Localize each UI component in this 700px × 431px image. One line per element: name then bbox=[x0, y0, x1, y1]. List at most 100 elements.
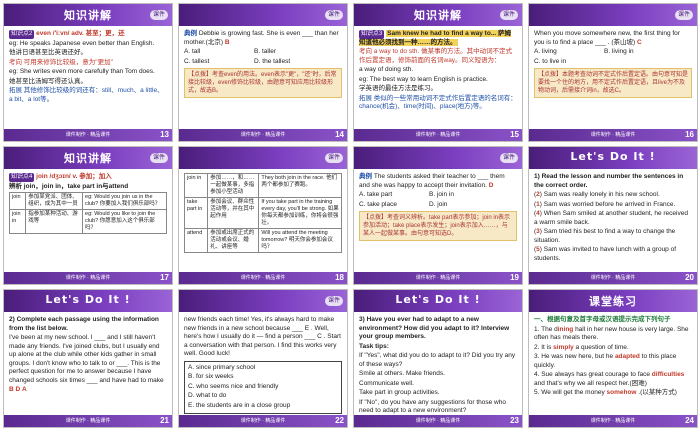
slide-body: 典例 The students asked their teacher to _… bbox=[354, 171, 522, 271]
slide-title: 知识讲解 bbox=[414, 9, 462, 22]
line: Take part in group activities. bbox=[359, 389, 440, 396]
slide-number: 14 bbox=[335, 130, 344, 139]
tip-box: 【点拨】考查词义辨析。take part表示参加；join in表示参加活动；t… bbox=[359, 211, 517, 241]
exercise-heading: 3) Have you ever had to adapt to a new e… bbox=[359, 316, 510, 340]
option: C. take place bbox=[359, 200, 397, 208]
slide-24[interactable]: 课堂练习 一、根据句意及首字母或汉语提示完成下列句子 1. The dining… bbox=[528, 289, 698, 428]
exercise-heading: 1) Read the lesson and number the senten… bbox=[534, 173, 684, 189]
slide-number: 20 bbox=[685, 273, 694, 282]
question-text: Debbie is growing fast. She is even ___ … bbox=[184, 30, 339, 46]
exercise-heading: 一、根据句意及首字母或汉语提示完成下列句子 bbox=[534, 316, 671, 323]
option: B. taller bbox=[254, 48, 277, 55]
slide-footer: 课件制作 · 精品课件 18 bbox=[179, 272, 347, 284]
slide-19[interactable]: 课件 典例 The students asked their teacher t… bbox=[353, 146, 523, 285]
footer-text: 课件制作 · 精品课件 bbox=[415, 418, 461, 424]
line: eg: He speaks Japanese even better than … bbox=[9, 39, 155, 47]
footer-text: 课件制作 · 精品课件 bbox=[415, 132, 461, 138]
slide-footer: 课件制作 · 精品课件 13 bbox=[4, 129, 172, 141]
line: eg: The best way to learn English is pra… bbox=[359, 75, 488, 83]
slide-tag: 课件 bbox=[324, 296, 343, 306]
footer-text: 课件制作 · 精品课件 bbox=[590, 132, 636, 138]
slide-header: 课堂练习 bbox=[529, 290, 697, 312]
slide-number: 19 bbox=[510, 273, 519, 282]
slide-22[interactable]: 课件 new friends each time! Yes, it's alwa… bbox=[178, 289, 348, 428]
slide-number: 13 bbox=[160, 130, 169, 139]
slide-number: 24 bbox=[685, 416, 694, 425]
line: If "No", do you have any suggestions for… bbox=[359, 398, 506, 415]
option: D. what to do bbox=[188, 392, 227, 399]
table-row: join 参加某党派、团体、组织，成为其中一员 eg: Would you jo… bbox=[8, 192, 167, 210]
option: B. living in bbox=[604, 48, 634, 55]
slide-number: 21 bbox=[160, 416, 169, 425]
slide-header: 课件 bbox=[179, 4, 347, 26]
slide-header: 课件 bbox=[179, 290, 347, 312]
table-cell: 参加……，和……一起做某事，多指参加小型活动 bbox=[207, 173, 260, 198]
slide-body: 2) Complete each passage using the infor… bbox=[4, 314, 172, 414]
slide-13[interactable]: 知识讲解 课件 知识点2 even /'i:vn/ adv. 甚至；更，还 eg… bbox=[3, 3, 173, 142]
slide-body: 3) Have you ever had to adapt to a new e… bbox=[354, 314, 522, 414]
slide-body: When you move somewhere new, the first t… bbox=[529, 28, 697, 128]
exercise-heading: 2) Complete each passage using the infor… bbox=[9, 316, 159, 332]
table-row: join in 参加……，和……一起做某事，多指参加小型活动 They both… bbox=[183, 173, 342, 198]
table-cell: join in bbox=[8, 209, 27, 234]
slide-body: join in 参加……，和……一起做某事，多指参加小型活动 They both… bbox=[179, 171, 347, 271]
table-cell: 参加会议、群众性活动等，并在其中起作用 bbox=[207, 197, 260, 229]
slide-20[interactable]: Let's Do It ! 1) Read the lesson and num… bbox=[528, 146, 698, 285]
table-cell: 参加或出席正式的活动或会议、婚礼、讲座等 bbox=[207, 228, 260, 253]
slide-23[interactable]: Let's Do It ! 3) Have you ever had to ad… bbox=[353, 289, 523, 428]
footer-text: 课件制作 · 精品课件 bbox=[240, 132, 286, 138]
slide-18[interactable]: 课件 join in 参加……，和……一起做某事，多指参加小型活动 They b… bbox=[178, 146, 348, 285]
slide-title: Let's Do It ! bbox=[570, 150, 656, 163]
slide-footer: 课件制作 · 精品课件 23 bbox=[354, 415, 522, 427]
knowledge-badge: 知识点2 bbox=[9, 30, 35, 39]
example-label: 典例 bbox=[184, 30, 197, 37]
answer: D bbox=[15, 386, 21, 393]
slide-header: Let's Do It ! bbox=[4, 290, 172, 312]
line: 考向 可用来修饰比较级，意为"更加" bbox=[9, 58, 113, 66]
option: E. the students are in a close group bbox=[188, 401, 291, 409]
table-cell: 参加某党派、团体、组织，成为其中一员 bbox=[25, 192, 84, 210]
slide-17[interactable]: 知识讲解 课件 知识点4 join /dʒɔɪn/ v. 参加；加入 辨析 jo… bbox=[3, 146, 173, 285]
slide-14[interactable]: 课件 典例 Debbie is growing fast. She is eve… bbox=[178, 3, 348, 142]
option: C. who seems nice and friendly bbox=[188, 382, 279, 390]
slide-footer: 课件制作 · 精品课件 21 bbox=[4, 415, 172, 427]
slide-title: 知识讲解 bbox=[64, 9, 112, 22]
slide-tag: 课件 bbox=[324, 10, 343, 20]
option: A. since primary school bbox=[188, 363, 256, 371]
slide-21[interactable]: Let's Do It ! 2) Complete each passage u… bbox=[3, 289, 173, 428]
slide-tag: 课件 bbox=[674, 10, 693, 20]
list-item: (4) When Sam smiled at another student, … bbox=[534, 210, 688, 226]
slide-body: 知识点2 even /'i:vn/ adv. 甚至；更，还 eg: He spe… bbox=[4, 28, 172, 128]
footer-text: 课件制作 · 精品课件 bbox=[590, 275, 636, 281]
passage-text: new friends each time! Yes, it's always … bbox=[184, 316, 341, 357]
footer-text: 课件制作 · 精品课件 bbox=[65, 132, 111, 138]
slide-tag: 课件 bbox=[149, 10, 168, 20]
slide-title: 知识讲解 bbox=[64, 152, 112, 165]
option: D. the tallest bbox=[254, 57, 291, 65]
slide-16[interactable]: 课件 When you move somewhere new, the firs… bbox=[528, 3, 698, 142]
list-item: 4. Sue always has great courage to face … bbox=[534, 371, 685, 387]
slide-footer: 课件制作 · 精品课件 17 bbox=[4, 272, 172, 284]
slide-number: 23 bbox=[510, 416, 519, 425]
slide-15[interactable]: 知识讲解 课件 知识点3 Sam knew he had to find a w… bbox=[353, 3, 523, 142]
list-item: 3. He was new here, but he adapted to th… bbox=[534, 353, 677, 369]
slide-number: 16 bbox=[685, 130, 694, 139]
slide-footer: 课件制作 · 精品课件 22 bbox=[179, 415, 347, 427]
tip-box: 【点拨】考查even的用法。even表示"更"，"还"时，后常接比较级，even… bbox=[184, 68, 342, 98]
slide-body: 知识点4 join /dʒɔɪn/ v. 参加；加入 辨析 join，join … bbox=[4, 171, 172, 271]
table-cell: If you take part in the training every d… bbox=[258, 197, 342, 229]
footer-text: 课件制作 · 精品课件 bbox=[415, 275, 461, 281]
slide-tag: 课件 bbox=[149, 153, 168, 163]
knowledge-badge: 知识点4 bbox=[9, 173, 35, 182]
option: A. living bbox=[534, 48, 557, 55]
knowledge-badge: 知识点3 bbox=[359, 30, 385, 39]
footer-text: 课件制作 · 精品课件 bbox=[65, 275, 111, 281]
footer-text: 课件制作 · 精品课件 bbox=[240, 275, 286, 281]
line: 她甚至比汤姆写得还认真。 bbox=[9, 77, 87, 85]
slide-footer: 课件制作 · 精品课件 24 bbox=[529, 415, 697, 427]
slide-header: 课件 bbox=[529, 4, 697, 26]
passage-text: I've been at my new school. I ___ and I … bbox=[9, 334, 164, 384]
footer-text: 课件制作 · 精品课件 bbox=[65, 418, 111, 424]
list-item: (2) Sam was really lonely in his new sch… bbox=[534, 191, 660, 198]
slide-tag: 课件 bbox=[324, 153, 343, 163]
